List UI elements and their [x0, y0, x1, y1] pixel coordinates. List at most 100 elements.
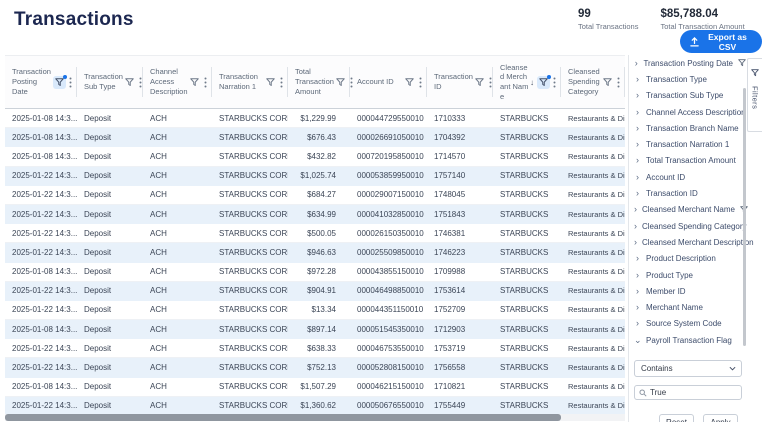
table-cell: STARBUCKS — [493, 224, 561, 242]
filter-field-account-id[interactable]: ›Account ID — [634, 169, 746, 185]
table-row[interactable]: 2025-01-08 14:3...DepositACHSTARBUCKS CO… — [5, 263, 625, 282]
filter-field-transaction-sub-type[interactable]: ›Transaction Sub Type — [634, 88, 746, 104]
filter-field-merchant-name[interactable]: ›Merchant Name — [634, 299, 746, 315]
table-cell: 2025-01-08 14:3... — [5, 263, 77, 281]
table-cell: STARBUCKS — [493, 339, 561, 357]
kebab-menu-icon[interactable] — [553, 77, 556, 88]
filter-field-transaction-posting-date[interactable]: ›Transaction Posting Date — [634, 55, 746, 71]
filter-icon[interactable] — [403, 76, 416, 89]
table-cell: ACH — [143, 243, 212, 261]
table-row[interactable]: 2025-01-22 14:3...DepositACHSTARBUCKS CO… — [5, 205, 625, 224]
table-row[interactable]: 2025-01-22 14:3...DepositACHSTARBUCKS CO… — [5, 282, 625, 301]
apply-button[interactable]: Apply — [703, 414, 738, 422]
table-cell: 2025-01-22 14:3... — [5, 397, 77, 415]
filter-icon[interactable] — [334, 76, 347, 89]
upload-icon — [690, 37, 699, 47]
table-row[interactable]: 2025-01-08 14:3...DepositACHSTARBUCKS CO… — [5, 147, 625, 166]
column-header-channel-access-description[interactable]: Channel Access Description — [143, 56, 212, 108]
filter-field-cleansed-merchant-description[interactable]: ›Cleansed Merchant Description — [634, 234, 746, 250]
column-header-account-id[interactable]: Account ID — [350, 56, 427, 108]
filter-field-cleansed-spending-category[interactable]: ›Cleansed Spending Category — [634, 218, 746, 234]
table-row[interactable]: 2025-01-08 14:3...DepositACHSTARBUCKS CO… — [5, 378, 625, 397]
filter-field-transaction-type[interactable]: ›Transaction Type — [634, 71, 746, 87]
table-cell: 1712903 — [427, 320, 493, 338]
table-cell: Restaurants & Di... — [561, 397, 625, 415]
filter-search-input[interactable] — [650, 388, 730, 397]
filter-field-channel-access-description[interactable]: ›Channel Access Description — [634, 104, 746, 120]
filter-icon[interactable] — [601, 76, 614, 89]
filter-icon[interactable] — [264, 76, 277, 89]
filter-field-transaction-narration-1[interactable]: ›Transaction Narration 1 — [634, 136, 746, 152]
column-header-transaction-id[interactable]: Transaction ID — [427, 56, 493, 108]
table-cell: STARBUCKS — [493, 109, 561, 127]
column-header-icons — [601, 76, 623, 89]
panel-scrollbar-thumb[interactable] — [743, 88, 746, 346]
column-header-total-transaction-amount[interactable]: Total Transaction Amount — [288, 56, 350, 108]
table-row[interactable]: 2025-01-22 14:3...DepositACHSTARBUCKS CO… — [5, 339, 625, 358]
table-cell: 2025-01-22 14:3... — [5, 301, 77, 319]
kebab-menu-icon[interactable] — [419, 77, 422, 88]
kebab-menu-icon[interactable] — [489, 77, 492, 88]
filter-icon[interactable] — [473, 76, 486, 89]
table-cell: Deposit — [77, 358, 143, 376]
filter-field-product-description[interactable]: ›Product Description — [634, 251, 746, 267]
filter-field-transaction-id[interactable]: ›Transaction ID — [634, 185, 746, 201]
filter-field-product-type[interactable]: ›Product Type — [634, 267, 746, 283]
table-row[interactable]: 2025-01-22 14:3...DepositACHSTARBUCKS CO… — [5, 243, 625, 262]
column-header-transaction-sub-type[interactable]: Transaction Sub Type — [77, 56, 143, 108]
column-header-cleansed-spending-category[interactable]: Cleansed Spending Category — [561, 56, 625, 108]
filter-icon[interactable] — [123, 76, 136, 89]
filter-icon[interactable] — [53, 76, 66, 89]
table-row[interactable]: 2025-01-22 14:3...DepositACHSTARBUCKS CO… — [5, 167, 625, 186]
kebab-menu-icon[interactable] — [139, 77, 142, 88]
table-cell: 000044729550010 — [350, 109, 427, 127]
filter-field-total-transaction-amount[interactable]: ›Total Transaction Amount — [634, 153, 746, 169]
table-row[interactable]: 2025-01-08 14:3...DepositACHSTARBUCKS CO… — [5, 109, 625, 128]
table-row[interactable]: 2025-01-22 14:3...DepositACHSTARBUCKS CO… — [5, 224, 625, 243]
column-header-cleansed-merchant-name[interactable]: Cleansed Merchant Name↓ — [493, 56, 561, 108]
column-header-transaction-narration-1[interactable]: Transaction Narration 1 — [212, 56, 288, 108]
table-cell: Deposit — [77, 243, 143, 261]
filter-icon[interactable] — [537, 76, 550, 89]
table-row[interactable]: 2025-01-08 14:3...DepositACHSTARBUCKS CO… — [5, 320, 625, 339]
export-csv-button[interactable]: Export as CSV — [680, 30, 762, 53]
chevron-right-icon: › — [634, 303, 641, 312]
table-cell: 1704392 — [427, 128, 493, 146]
chevron-down-icon: ⌄ — [634, 336, 641, 345]
table-row[interactable]: 2025-01-22 14:3...DepositACHSTARBUCKS CO… — [5, 186, 625, 205]
filter-field-transaction-branch-name[interactable]: ›Transaction Branch Name — [634, 120, 746, 136]
table-cell: 1748045 — [427, 186, 493, 204]
filter-field-payroll-transaction-flag[interactable]: ⌄ Payroll Transaction Flag — [634, 332, 746, 348]
chevron-right-icon: › — [634, 222, 637, 231]
horizontal-scrollbar-track[interactable] — [5, 414, 625, 421]
kebab-menu-icon[interactable] — [69, 77, 72, 88]
filter-field-source-system-code[interactable]: ›Source System Code — [634, 316, 746, 332]
kebab-menu-icon[interactable] — [617, 77, 620, 88]
column-header-transaction-posting-date[interactable]: Transaction Posting Date — [5, 56, 77, 108]
filter-icon[interactable] — [188, 76, 201, 89]
table-cell: $752.13 — [288, 358, 350, 376]
table-cell: STARBUCKS CORP — [212, 339, 288, 357]
table-cell: $432.82 — [288, 147, 350, 165]
table-cell: 000041032850010 — [350, 205, 427, 223]
table-row[interactable]: 2025-01-08 14:3...DepositACHSTARBUCKS CO… — [5, 128, 625, 147]
filter-field-label: Payroll Transaction Flag — [646, 336, 732, 345]
table-cell: 2025-01-08 14:3... — [5, 378, 77, 396]
table-cell: Deposit — [77, 167, 143, 185]
filter-field-member-id[interactable]: ›Member ID — [634, 283, 746, 299]
filter-operator-select[interactable]: Contains — [634, 360, 742, 377]
chevron-right-icon: › — [634, 59, 638, 68]
horizontal-scrollbar-thumb[interactable] — [5, 414, 561, 421]
column-header-icons — [53, 76, 75, 89]
table-row[interactable]: 2025-01-22 14:3...DepositACHSTARBUCKS CO… — [5, 358, 625, 377]
filter-field-cleansed-merchant-name[interactable]: ›Cleansed Merchant Name — [634, 202, 746, 218]
kebab-menu-icon[interactable] — [204, 77, 207, 88]
sort-desc-icon[interactable]: ↓ — [530, 78, 534, 87]
table-cell: 000026150350010 — [350, 224, 427, 242]
filter-field-label: Transaction ID — [646, 189, 698, 198]
top-bar: Transactions 99 Total Transactions $85,7… — [0, 0, 762, 55]
reset-button[interactable]: Reset — [659, 414, 694, 422]
kebab-menu-icon[interactable] — [280, 77, 283, 88]
filters-tab[interactable]: Filters — [747, 58, 762, 132]
table-row[interactable]: 2025-01-22 14:3...DepositACHSTARBUCKS CO… — [5, 301, 625, 320]
